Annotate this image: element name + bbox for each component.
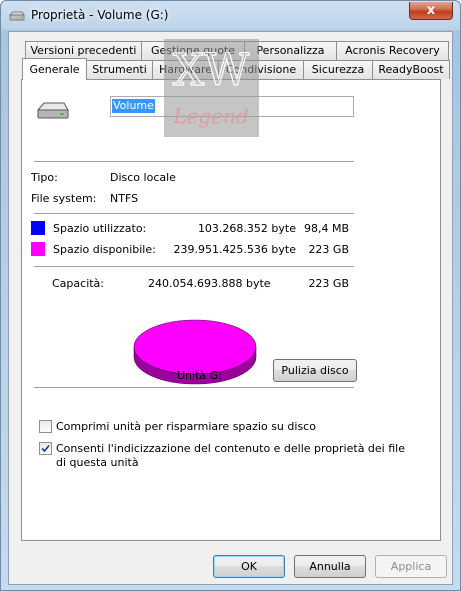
- free-space-label: Spazio disponibile:: [53, 243, 156, 256]
- free-space-human: 223 GB: [308, 243, 349, 256]
- capacity-human: 223 GB: [308, 277, 349, 290]
- apply-button[interactable]: Applica: [375, 555, 447, 578]
- drive-label: Unità G:: [177, 369, 222, 382]
- hard-drive-icon: [36, 102, 69, 119]
- type-label: Tipo:: [31, 171, 58, 184]
- separator: [34, 387, 354, 388]
- cancel-button[interactable]: Annulla: [294, 555, 366, 578]
- watermark-text-bottom: Legend: [172, 104, 248, 128]
- compress-checkbox[interactable]: [39, 420, 52, 433]
- tab-acronis-recovery[interactable]: Acronis Recovery: [336, 41, 449, 60]
- disk-cleanup-button[interactable]: Pulizia disco: [273, 359, 357, 382]
- close-button[interactable]: x: [409, 2, 453, 20]
- used-space-human: 98,4 MB: [303, 222, 349, 235]
- tab-readyboost[interactable]: ReadyBoost: [372, 60, 450, 79]
- type-value: Disco locale: [110, 171, 176, 184]
- capacity-label: Capacità:: [52, 277, 105, 290]
- used-space-bytes: 103.268.352 byte: [197, 222, 296, 235]
- properties-window: Proprietà - Volume (G:) x Versioni prece…: [0, 0, 461, 591]
- checkmark-icon: [41, 444, 50, 453]
- window-title: Proprietà - Volume (G:): [31, 8, 169, 22]
- used-space-label: Spazio utilizzato:: [53, 222, 147, 235]
- drive-icon: [9, 11, 25, 21]
- index-checkbox[interactable]: [39, 442, 52, 455]
- separator: [34, 161, 354, 162]
- separator: [34, 266, 354, 267]
- used-space-swatch: [31, 221, 45, 235]
- close-icon: x: [426, 3, 436, 18]
- tab-security[interactable]: Sicurezza: [303, 60, 373, 79]
- separator: [34, 213, 354, 214]
- free-space-swatch: [31, 242, 45, 256]
- general-panel: Volume Tipo: Disco locale File system: N…: [21, 79, 441, 541]
- watermark-image: XW Legend: [172, 44, 251, 128]
- capacity-bytes: 240.054.693.888 byte: [148, 277, 271, 290]
- watermark-text-top: XW: [173, 45, 250, 96]
- volume-name-text: Volume: [112, 99, 155, 113]
- free-space-bytes: 239.951.425.536 byte: [173, 243, 296, 256]
- filesystem-value: NTFS: [110, 192, 139, 205]
- filesystem-label: File system:: [31, 192, 97, 205]
- tab-general[interactable]: Generale: [22, 58, 87, 80]
- watermark-logo: XW Legend: [164, 39, 259, 137]
- ok-button[interactable]: OK: [213, 555, 285, 578]
- compress-label: Comprimi unità per risparmiare spazio su…: [56, 420, 316, 433]
- tab-tools[interactable]: Strumenti: [86, 60, 153, 79]
- index-label-line1: Consenti l'indicizzazione del contenuto …: [56, 442, 405, 455]
- index-label-line2: di questa unità: [56, 456, 139, 469]
- title-bar[interactable]: Proprietà - Volume (G:) x: [1, 1, 460, 31]
